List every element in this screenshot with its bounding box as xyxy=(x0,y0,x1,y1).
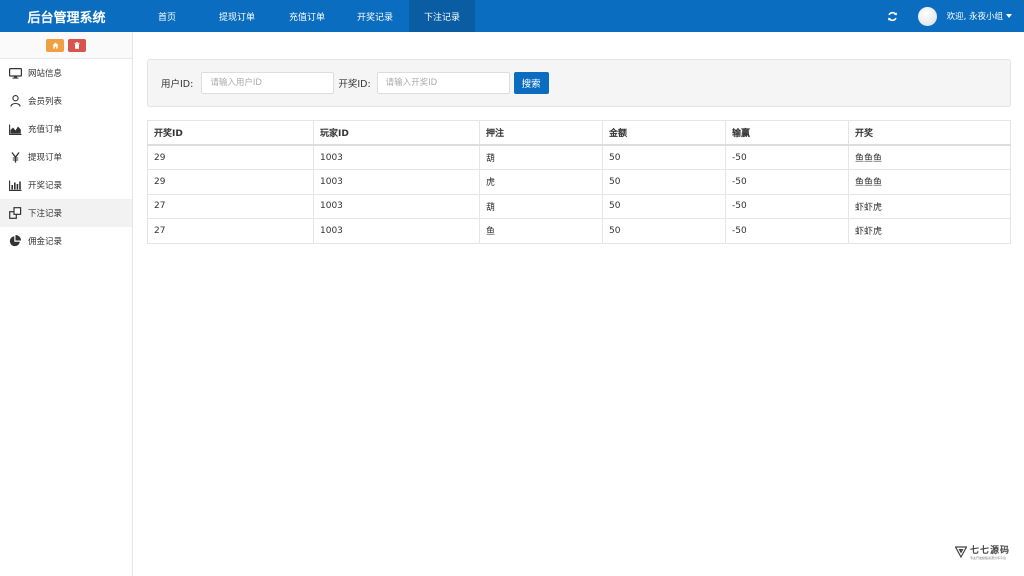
yen-icon xyxy=(8,151,22,163)
watermark-logo-icon xyxy=(954,545,967,558)
column-header: 开奖ID xyxy=(147,120,314,146)
sidebar-item-label: 充值订单 xyxy=(28,125,63,135)
table-header-row: 开奖ID 玩家ID 押注 金额 输赢 开奖 xyxy=(147,120,1011,146)
table-cell: -50 xyxy=(725,144,849,170)
table-cell: 50 xyxy=(602,218,726,244)
table-cell: -50 xyxy=(725,193,849,219)
sidebar-item-label: 佣金记录 xyxy=(28,237,63,247)
sidebar-shortcuts xyxy=(0,32,132,59)
table-cell: 虎 xyxy=(479,169,603,195)
pie-chart-icon xyxy=(8,235,22,247)
home-button[interactable] xyxy=(46,38,64,52)
table-cell: 1003 xyxy=(313,218,480,244)
sidebar-item-recharge-orders[interactable]: 充值订单 xyxy=(0,115,132,143)
column-header: 玩家ID xyxy=(313,120,480,146)
top-right-tools: 欢迎, 永夜小组 xyxy=(886,0,1012,32)
table-cell: 50 xyxy=(602,193,726,219)
table-cell: 27 xyxy=(147,193,314,219)
user-menu[interactable]: 欢迎, 永夜小组 xyxy=(947,10,1012,22)
column-header: 输赢 xyxy=(725,120,849,146)
monitor-icon xyxy=(8,67,22,79)
table-cell: 50 xyxy=(602,169,726,195)
table-cell: 1003 xyxy=(313,193,480,219)
bet-records-table: 开奖ID 玩家ID 押注 金额 输赢 开奖 29 1003 葫 50 -50 鱼… xyxy=(147,120,1011,244)
search-button[interactable]: 搜索 xyxy=(513,72,549,94)
table-cell: 1003 xyxy=(313,144,480,170)
watermark-subtext: 专业开发模板资源分享平台 xyxy=(969,556,1006,560)
watermark-text: 七七源码 xyxy=(969,546,1010,556)
nav-item-withdraw-orders[interactable]: 提现订单 xyxy=(201,0,273,32)
home-icon xyxy=(51,41,59,49)
trash-button[interactable] xyxy=(68,38,86,52)
sidebar-item-members[interactable]: 会员列表 xyxy=(0,87,132,115)
table-cell: -50 xyxy=(725,218,849,244)
sidebar-item-label: 下注记录 xyxy=(28,209,63,219)
bar-chart-icon xyxy=(8,179,22,191)
table-row: 27 1003 鱼 50 -50 虾虾虎 xyxy=(147,218,1011,244)
user-id-label: 用户ID: xyxy=(161,79,194,90)
caret-down-icon xyxy=(1006,14,1012,18)
sidebar-item-withdraw-orders[interactable]: 提现订单 xyxy=(0,143,132,171)
draw-id-label: 开奖ID: xyxy=(338,79,371,90)
table-cell: 鱼 xyxy=(479,218,603,244)
sidebar-item-commission-records[interactable]: 佣金记录 xyxy=(0,227,132,255)
column-header: 金额 xyxy=(602,120,726,146)
table-cell: 虾虾虎 xyxy=(848,193,1011,219)
nav-item-home[interactable]: 首页 xyxy=(133,0,201,32)
sidebar-item-bet-records[interactable]: 下注记录 xyxy=(0,199,132,227)
column-header: 开奖 xyxy=(848,120,1011,146)
user-icon xyxy=(8,95,22,107)
table-cell: 29 xyxy=(147,169,314,195)
table-cell: 27 xyxy=(147,218,314,244)
clone-icon xyxy=(8,207,22,219)
top-nav: 首页 提现订单 充值订单 开奖记录 下注记录 xyxy=(133,0,475,32)
user-greeting: 欢迎, 永夜小组 xyxy=(946,12,1003,22)
watermark: 七七源码 专业开发模板资源分享平台 xyxy=(954,543,1010,560)
table-cell: 50 xyxy=(602,144,726,170)
sidebar-item-label: 开奖记录 xyxy=(28,181,63,191)
sidebar-item-draw-records[interactable]: 开奖记录 xyxy=(0,171,132,199)
table-cell: 葫 xyxy=(479,144,603,170)
table-row: 29 1003 葫 50 -50 鱼鱼鱼 xyxy=(147,144,1011,170)
table-row: 27 1003 葫 50 -50 虾虾虎 xyxy=(147,193,1011,219)
table-cell: 葫 xyxy=(479,193,603,219)
table-cell: 1003 xyxy=(313,169,480,195)
draw-id-input[interactable] xyxy=(376,72,510,94)
refresh-icon[interactable] xyxy=(886,9,900,23)
table-cell: 虾虾虎 xyxy=(848,218,1011,244)
sidebar-item-site-info[interactable]: 网站信息 xyxy=(0,59,132,87)
avatar[interactable] xyxy=(917,6,937,26)
area-chart-icon xyxy=(8,123,22,135)
app-title[interactable]: 后台管理系统 xyxy=(0,0,133,32)
top-navbar: 后台管理系统 首页 提现订单 充值订单 开奖记录 下注记录 欢迎, 永夜小组 xyxy=(0,0,1024,32)
table-cell: 鱼鱼鱼 xyxy=(848,169,1011,195)
nav-item-bet-records[interactable]: 下注记录 xyxy=(409,0,475,32)
table-row: 29 1003 虎 50 -50 鱼鱼鱼 xyxy=(147,169,1011,195)
sidebar-item-label: 网站信息 xyxy=(28,69,63,79)
search-form: 用户ID: 开奖ID: 搜索 xyxy=(147,59,1011,107)
nav-item-recharge-orders[interactable]: 充值订单 xyxy=(273,0,341,32)
column-header: 押注 xyxy=(479,120,603,146)
table-cell: 29 xyxy=(147,144,314,170)
main-content: 用户ID: 开奖ID: 搜索 开奖ID 玩家ID 押注 金额 输赢 开奖 29 … xyxy=(147,59,1011,244)
nav-item-draw-records[interactable]: 开奖记录 xyxy=(341,0,409,32)
sidebar-item-label: 会员列表 xyxy=(28,97,63,107)
table-cell: 鱼鱼鱼 xyxy=(848,144,1011,170)
sidebar-item-label: 提现订单 xyxy=(28,153,63,163)
table-cell: -50 xyxy=(725,169,849,195)
sidebar: 网站信息 会员列表 充值订单 提现订单 开奖记录 下注记录 佣金记录 xyxy=(0,32,133,576)
trash-icon xyxy=(74,41,80,49)
user-id-input[interactable] xyxy=(201,72,335,94)
